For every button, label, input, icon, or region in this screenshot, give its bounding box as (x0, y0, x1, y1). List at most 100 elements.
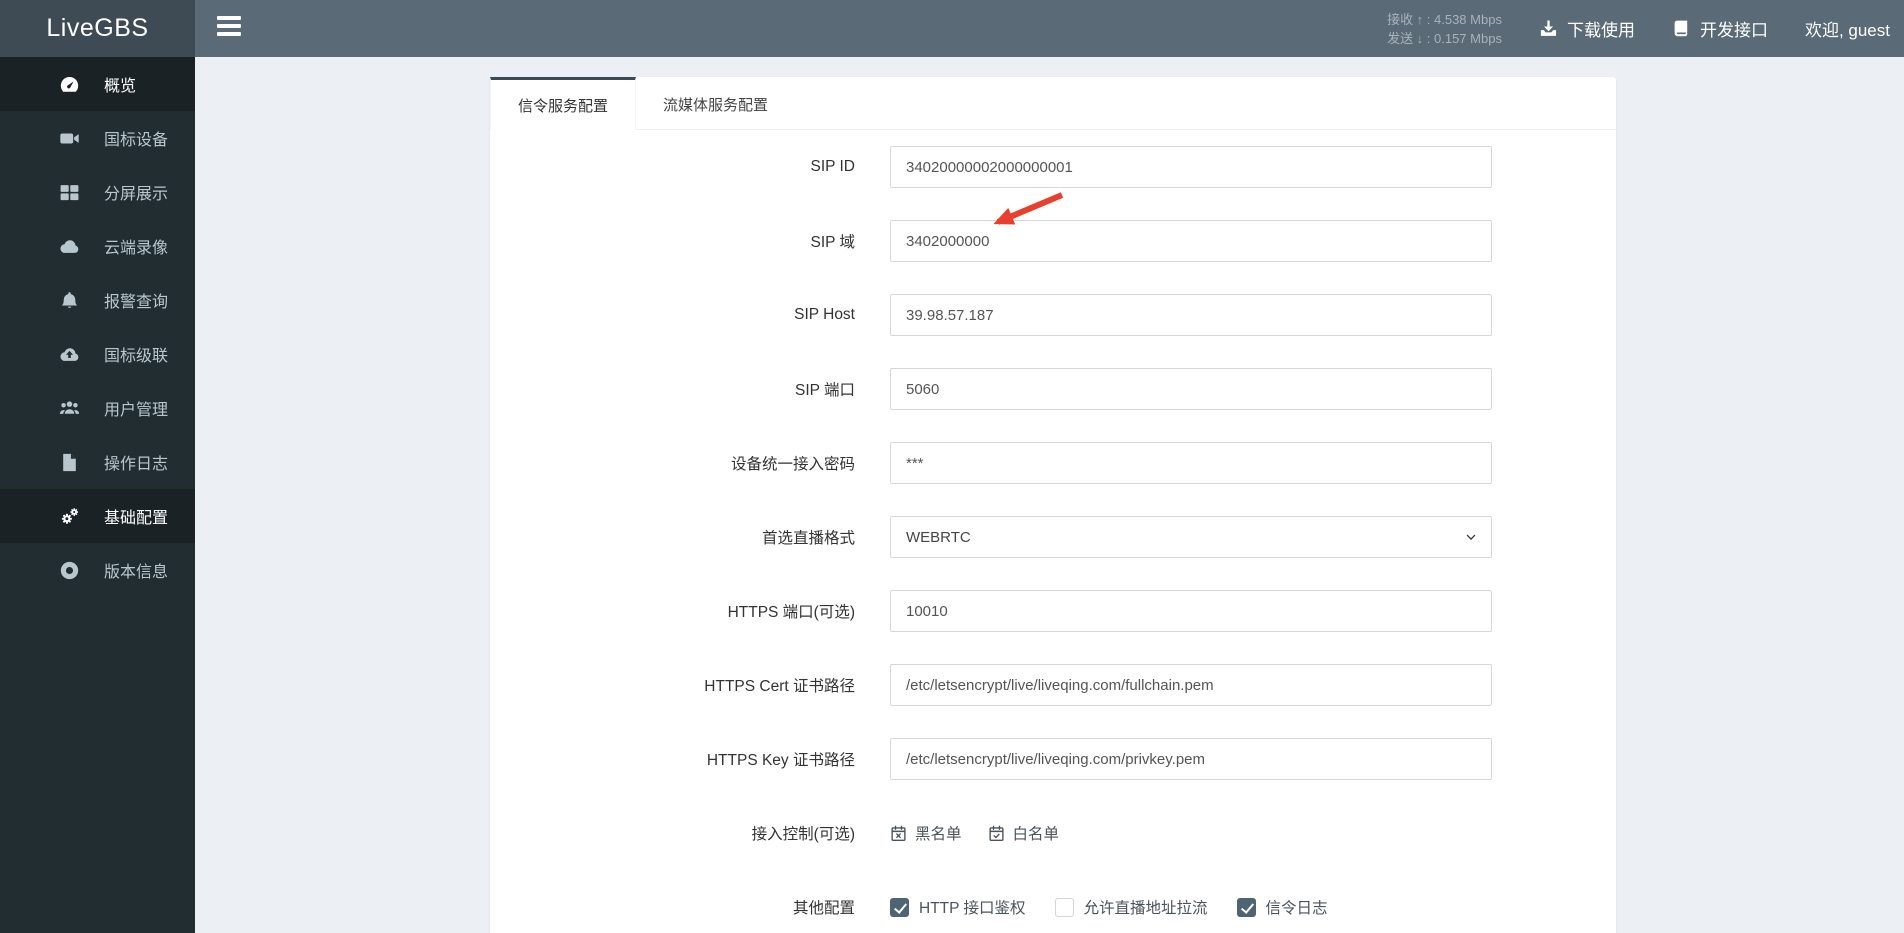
button-label: 黑名单 (915, 826, 962, 843)
sidebar-item-label: 用户管理 (104, 402, 169, 419)
field-label: SIP ID (810, 158, 855, 175)
tab-signal-config[interactable]: 信令服务配置 (490, 77, 637, 130)
user-menu[interactable]: 欢迎, guest (1805, 16, 1890, 41)
top-navbar: 接收 ↑ : 4.538 Mbps 发送 ↓ : 0.157 Mbps 下载使用 开… (195, 0, 1904, 57)
input-https-cert-证书路径[interactable] (890, 664, 1492, 706)
sidebar-item-label: 基础配置 (104, 510, 169, 527)
input-sip-端口[interactable] (890, 368, 1492, 410)
sidebar-item-label: 报警查询 (104, 294, 169, 311)
field-label: SIP 域 (810, 234, 855, 251)
field-label: 首选直播格式 (761, 530, 855, 547)
access-control-row: 接入控制(可选) 黑名单 白名单 (490, 812, 1616, 854)
cloud-upload-icon (58, 343, 80, 365)
tab-label: 信令服务配置 (518, 97, 609, 115)
field-label: 接入控制(可选) (751, 826, 855, 843)
input-https-端口(可选)[interactable] (890, 590, 1492, 632)
download-icon (1539, 19, 1558, 38)
sidebar-item-cloud-upload[interactable]: 国标级联 (0, 327, 195, 381)
field-label: 其他配置 (792, 900, 855, 917)
book-icon (1672, 19, 1691, 38)
navbar-link-label: 开发接口 (1699, 21, 1768, 40)
sidebar-item-users[interactable]: 用户管理 (0, 381, 195, 435)
dashboard-icon (58, 73, 80, 95)
field-label: HTTPS 端口(可选) (727, 604, 855, 621)
field-label: 设备统一接入密码 (730, 456, 855, 473)
form-row: SIP 域 (490, 220, 1616, 262)
calendar-x-icon (890, 825, 907, 842)
field-label: HTTPS Key 证书路径 (706, 752, 855, 769)
version-icon (58, 559, 80, 581)
input-sip-域[interactable] (890, 220, 1492, 262)
traffic-stats: 接收 ↑ : 4.538 Mbps 发送 ↓ : 0.157 Mbps (1387, 10, 1502, 48)
navbar-links: 下载使用 开发接口 (1539, 16, 1768, 41)
blacklist-button[interactable]: 黑名单 (890, 822, 962, 844)
sidebar: LiveGBS 概览 国标设备 分屏展示 云端录像 报警查询 国标级联 用户管理… (0, 0, 195, 933)
sidebar-item-label: 概览 (104, 78, 137, 95)
navbar-link-download[interactable]: 下载使用 (1539, 16, 1635, 41)
tab-label: 流媒体服务配置 (663, 97, 769, 114)
input-sip-id[interactable] (890, 146, 1492, 188)
form-row: SIP Host (490, 294, 1616, 336)
sidebar-item-label: 分屏展示 (104, 186, 169, 203)
chevron-down-icon (1464, 530, 1478, 544)
gears-icon (58, 505, 80, 527)
sidebar-item-file[interactable]: 操作日志 (0, 435, 195, 489)
users-icon (58, 397, 80, 419)
file-icon (58, 451, 80, 473)
hamburger-icon (217, 15, 241, 42)
form-row: HTTPS Key 证书路径 (490, 738, 1616, 780)
grid-icon (58, 181, 80, 203)
sidebar-item-label: 国标级联 (104, 348, 169, 365)
form-row: SIP 端口 (490, 368, 1616, 410)
config-card: 信令服务配置 流媒体服务配置 SIP ID SIP 域 SIP Host SIP … (490, 77, 1616, 933)
app-logo: LiveGBS (0, 0, 195, 57)
sidebar-item-label: 云端录像 (104, 240, 169, 257)
sidebar-item-bell[interactable]: 报警查询 (0, 273, 195, 327)
navbar-link-book[interactable]: 开发接口 (1672, 16, 1768, 41)
other-config-row: 其他配置 HTTP 接口鉴权 允许直播地址拉流 信令日志 (490, 886, 1616, 928)
input-设备统一接入密码[interactable] (890, 442, 1492, 484)
checkbox-option[interactable]: HTTP 接口鉴权 (890, 896, 1026, 918)
config-form: SIP ID SIP 域 SIP Host SIP 端口 设备统一接入密码 首选… (490, 130, 1616, 780)
tab-media-config[interactable]: 流媒体服务配置 (636, 77, 795, 129)
sidebar-item-version[interactable]: 版本信息 (0, 543, 195, 597)
checkbox-option[interactable]: 允许直播地址拉流 (1054, 896, 1208, 918)
form-row: HTTPS 端口(可选) (490, 590, 1616, 632)
whitelist-button[interactable]: 白名单 (988, 822, 1060, 844)
form-row: HTTPS Cert 证书路径 (490, 664, 1616, 706)
checkbox-option[interactable]: 信令日志 (1236, 896, 1328, 918)
traffic-stat-line: 接收 ↑ : 4.538 Mbps (1387, 11, 1502, 27)
field-label: SIP Host (794, 306, 855, 323)
cloud-icon (58, 235, 80, 257)
button-label: 白名单 (1012, 826, 1060, 843)
content-area: 信令服务配置 流媒体服务配置 SIP ID SIP 域 SIP Host SIP … (195, 57, 1904, 933)
checkbox-label: HTTP 接口鉴权 (919, 900, 1026, 917)
checkbox[interactable] (1236, 897, 1256, 917)
camera-icon (58, 127, 80, 149)
sidebar-item-label: 版本信息 (104, 564, 169, 581)
checkbox[interactable] (890, 897, 909, 917)
form-row: 首选直播格式 WEBRTC (490, 516, 1616, 558)
sidebar-item-grid[interactable]: 分屏展示 (0, 165, 195, 219)
form-row: SIP ID (490, 146, 1616, 188)
sidebar-menu: 概览 国标设备 分屏展示 云端录像 报警查询 国标级联 用户管理 操作日志 基础… (0, 57, 195, 597)
live-format-select[interactable]: WEBRTC (890, 516, 1492, 558)
checkbox-label: 信令日志 (1265, 900, 1328, 917)
sidebar-item-cloud[interactable]: 云端录像 (0, 219, 195, 273)
navbar-link-label: 下载使用 (1566, 21, 1635, 40)
sidebar-item-label: 国标设备 (104, 132, 169, 149)
input-sip-host[interactable] (890, 294, 1492, 336)
sidebar-item-camera[interactable]: 国标设备 (0, 111, 195, 165)
select-value: WEBRTC (906, 528, 971, 546)
input-https-key-证书路径[interactable] (890, 738, 1492, 780)
field-label: HTTPS Cert 证书路径 (704, 678, 855, 695)
checkbox[interactable] (1054, 897, 1074, 917)
navbar-right: 接收 ↑ : 4.538 Mbps 发送 ↓ : 0.157 Mbps 下载使用 开… (1387, 10, 1904, 48)
bell-icon (58, 289, 80, 311)
sidebar-item-gears[interactable]: 基础配置 (0, 489, 195, 543)
sidebar-toggle-button[interactable] (217, 15, 241, 42)
tab-bar: 信令服务配置 流媒体服务配置 (490, 77, 1616, 130)
calendar-check-icon (988, 825, 1005, 842)
sidebar-item-dashboard[interactable]: 概览 (0, 57, 195, 111)
field-label: SIP 端口 (794, 382, 855, 399)
